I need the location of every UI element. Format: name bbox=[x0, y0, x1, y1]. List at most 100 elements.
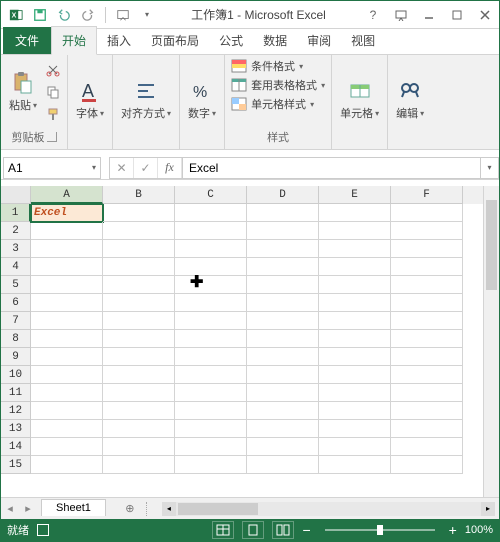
cell[interactable] bbox=[247, 240, 319, 258]
cell[interactable] bbox=[319, 330, 391, 348]
cell[interactable] bbox=[319, 456, 391, 474]
cell[interactable] bbox=[391, 276, 463, 294]
cell[interactable] bbox=[247, 276, 319, 294]
scroll-left-icon[interactable]: ◂ bbox=[162, 502, 176, 516]
scrollbar-thumb[interactable] bbox=[486, 200, 497, 290]
cell[interactable] bbox=[103, 384, 175, 402]
fx-button[interactable]: fx bbox=[158, 158, 182, 178]
zoom-out-button[interactable]: − bbox=[302, 522, 310, 538]
cell[interactable] bbox=[319, 312, 391, 330]
row-header[interactable]: 11 bbox=[1, 384, 31, 402]
format-as-table-button[interactable]: 套用表格格式 ▾ bbox=[229, 76, 327, 94]
paste-button[interactable]: 粘贴▾ bbox=[5, 69, 41, 115]
expand-formula-bar-icon[interactable]: ▾ bbox=[481, 157, 499, 179]
cell[interactable] bbox=[175, 294, 247, 312]
cell[interactable] bbox=[319, 366, 391, 384]
row-header[interactable]: 3 bbox=[1, 240, 31, 258]
cell[interactable] bbox=[31, 456, 103, 474]
qat-dropdown-icon[interactable]: ▾ bbox=[136, 4, 158, 26]
tab-home[interactable]: 开始 bbox=[51, 26, 97, 55]
zoom-knob[interactable] bbox=[377, 525, 383, 535]
cell[interactable] bbox=[31, 294, 103, 312]
row-header[interactable]: 4 bbox=[1, 258, 31, 276]
cell[interactable] bbox=[391, 366, 463, 384]
cell[interactable] bbox=[175, 420, 247, 438]
cell[interactable] bbox=[319, 384, 391, 402]
macro-record-icon[interactable] bbox=[37, 524, 49, 536]
tab-formulas[interactable]: 公式 bbox=[209, 27, 253, 54]
cell[interactable] bbox=[391, 222, 463, 240]
row-header[interactable]: 8 bbox=[1, 330, 31, 348]
row-header[interactable]: 9 bbox=[1, 348, 31, 366]
cell[interactable] bbox=[31, 420, 103, 438]
qat-customize-icon[interactable] bbox=[112, 4, 134, 26]
redo-icon[interactable] bbox=[77, 4, 99, 26]
formula-input[interactable]: Excel bbox=[182, 157, 481, 179]
conditional-formatting-button[interactable]: 条件格式 ▾ bbox=[229, 57, 305, 75]
dialog-launcher-icon[interactable] bbox=[47, 132, 57, 142]
new-sheet-button[interactable]: ⊕ bbox=[120, 502, 140, 515]
cell[interactable] bbox=[247, 438, 319, 456]
view-page-layout-icon[interactable] bbox=[242, 521, 264, 539]
row-header[interactable]: 1 bbox=[1, 204, 31, 222]
cell[interactable] bbox=[103, 294, 175, 312]
cell[interactable] bbox=[319, 402, 391, 420]
column-header[interactable]: F bbox=[391, 186, 463, 204]
cell[interactable] bbox=[103, 348, 175, 366]
cell[interactable] bbox=[319, 240, 391, 258]
cell[interactable] bbox=[103, 222, 175, 240]
cell[interactable] bbox=[103, 240, 175, 258]
cell[interactable] bbox=[391, 384, 463, 402]
view-normal-icon[interactable] bbox=[212, 521, 234, 539]
row-header[interactable]: 13 bbox=[1, 420, 31, 438]
tab-view[interactable]: 视图 bbox=[341, 27, 385, 54]
cell[interactable] bbox=[247, 204, 319, 222]
cell[interactable] bbox=[175, 222, 247, 240]
cells-button[interactable]: 单元格▾ bbox=[336, 77, 383, 123]
cell[interactable] bbox=[31, 222, 103, 240]
cell[interactable] bbox=[175, 402, 247, 420]
cell[interactable] bbox=[247, 294, 319, 312]
alignment-button[interactable]: 对齐方式▾ bbox=[117, 77, 175, 123]
cell[interactable] bbox=[247, 258, 319, 276]
cell[interactable] bbox=[175, 348, 247, 366]
cell[interactable] bbox=[319, 438, 391, 456]
cell[interactable] bbox=[175, 204, 247, 222]
cancel-button[interactable]: ✕ bbox=[110, 158, 134, 178]
cut-button[interactable] bbox=[43, 60, 63, 80]
row-header[interactable]: 14 bbox=[1, 438, 31, 456]
row-header[interactable]: 6 bbox=[1, 294, 31, 312]
cell-styles-button[interactable]: 单元格样式 ▾ bbox=[229, 95, 316, 113]
row-header[interactable]: 15 bbox=[1, 456, 31, 474]
cell[interactable] bbox=[391, 420, 463, 438]
cell[interactable] bbox=[319, 348, 391, 366]
cell[interactable] bbox=[391, 348, 463, 366]
cell[interactable] bbox=[175, 276, 247, 294]
cell[interactable] bbox=[319, 222, 391, 240]
ribbon-options-icon[interactable] bbox=[387, 1, 415, 29]
cell[interactable] bbox=[247, 420, 319, 438]
cell[interactable] bbox=[319, 258, 391, 276]
column-header[interactable]: C bbox=[175, 186, 247, 204]
enter-button[interactable]: ✓ bbox=[134, 158, 158, 178]
row-header[interactable]: 7 bbox=[1, 312, 31, 330]
column-header[interactable]: B bbox=[103, 186, 175, 204]
cell[interactable] bbox=[247, 366, 319, 384]
cell[interactable] bbox=[391, 312, 463, 330]
cell[interactable] bbox=[175, 258, 247, 276]
column-header[interactable]: A bbox=[31, 186, 103, 204]
cell[interactable] bbox=[31, 402, 103, 420]
cell[interactable] bbox=[247, 384, 319, 402]
tab-file[interactable]: 文件 bbox=[3, 27, 51, 54]
zoom-in-button[interactable]: + bbox=[449, 522, 457, 538]
cell[interactable] bbox=[319, 276, 391, 294]
cell[interactable] bbox=[247, 456, 319, 474]
cell[interactable] bbox=[31, 276, 103, 294]
cell[interactable] bbox=[103, 258, 175, 276]
cell[interactable] bbox=[175, 384, 247, 402]
cell[interactable] bbox=[319, 204, 391, 222]
excel-icon[interactable]: X bbox=[5, 4, 27, 26]
cell[interactable] bbox=[175, 366, 247, 384]
horizontal-scrollbar[interactable]: ◂ ▸ bbox=[162, 502, 495, 516]
cell[interactable]: Excel bbox=[31, 204, 103, 222]
